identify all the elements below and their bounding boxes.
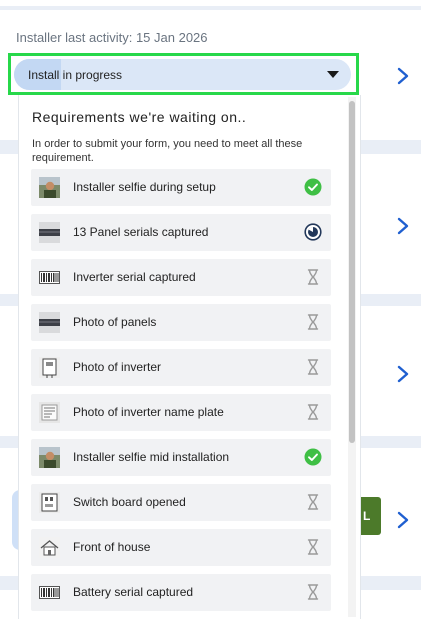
requirement-item[interactable]: Battery serial captured (31, 574, 331, 611)
requirement-label: Installer selfie during setup (73, 180, 216, 194)
requirement-label: Battery serial captured (73, 585, 194, 599)
requirement-label: Inverter serial captured (73, 270, 196, 284)
chevron-right-icon[interactable] (396, 67, 410, 85)
chevron-right-icon[interactable] (396, 511, 410, 529)
chevron-right-icon[interactable] (396, 365, 410, 383)
hourglass-icon (304, 313, 322, 331)
requirement-item[interactable]: Installer selfie during setup (31, 169, 331, 206)
panel-photo-icon (39, 312, 60, 333)
hourglass-icon (304, 403, 322, 421)
requirement-label: 13 Panel serials captured (73, 225, 209, 239)
check-circle-icon (304, 448, 322, 466)
inverter-icon (39, 357, 60, 378)
requirement-item[interactable]: Photo of inverter name plate (31, 394, 331, 431)
requirement-label: Front of house (73, 540, 151, 554)
hourglass-icon (304, 493, 322, 511)
hourglass-icon (304, 358, 322, 376)
panel-scrollbar[interactable] (348, 97, 356, 617)
requirement-item[interactable]: Inverter serial captured (31, 259, 331, 296)
name-plate-icon (39, 402, 60, 423)
panel-photo-icon (39, 222, 60, 243)
requirements-title: Requirements we're waiting on.. (32, 109, 247, 125)
barcode-icon (39, 267, 60, 288)
background-card-1 (0, 0, 421, 6)
status-value: Install in progress (28, 68, 123, 82)
requirement-label: Photo of inverter name plate (73, 405, 224, 419)
requirement-item[interactable]: 13 Panel serials captured (31, 214, 331, 251)
selfie-photo-icon (39, 447, 60, 468)
hourglass-icon (304, 583, 322, 601)
switchboard-icon (39, 492, 60, 513)
last-activity-date: 15 Jan 2026 (135, 30, 208, 45)
requirement-label: Photo of panels (73, 315, 157, 329)
last-activity-label: Installer last activity: (16, 30, 133, 45)
requirement-label: Installer selfie mid installation (73, 450, 230, 464)
requirement-item[interactable]: Photo of inverter (31, 349, 331, 386)
check-circle-icon (304, 178, 322, 196)
selfie-photo-icon (39, 177, 60, 198)
requirement-item[interactable]: Installer selfie mid installation (31, 439, 331, 476)
requirement-item[interactable]: Photo of panels (31, 304, 331, 341)
barcode-icon (39, 582, 60, 603)
hourglass-icon (304, 538, 322, 556)
status-dropdown[interactable]: Install in progress (14, 59, 351, 90)
installer-last-activity: Installer last activity: 15 Jan 2026 (16, 30, 208, 45)
chevron-right-icon[interactable] (396, 217, 410, 235)
house-icon (39, 537, 60, 558)
requirement-label: Switch board opened (73, 495, 186, 509)
requirement-label: Photo of inverter (73, 360, 162, 374)
hourglass-icon (304, 268, 322, 286)
caret-down-icon[interactable] (327, 71, 339, 78)
requirement-item[interactable]: Switch board opened (31, 484, 331, 521)
requirements-description: In order to submit your form, you need t… (32, 138, 303, 164)
partial-progress-icon (304, 223, 322, 241)
requirement-item[interactable]: Front of house (31, 529, 331, 566)
requirements-panel: Requirements we're waiting on.. In order… (18, 95, 361, 619)
scrollbar-thumb[interactable] (349, 101, 355, 443)
